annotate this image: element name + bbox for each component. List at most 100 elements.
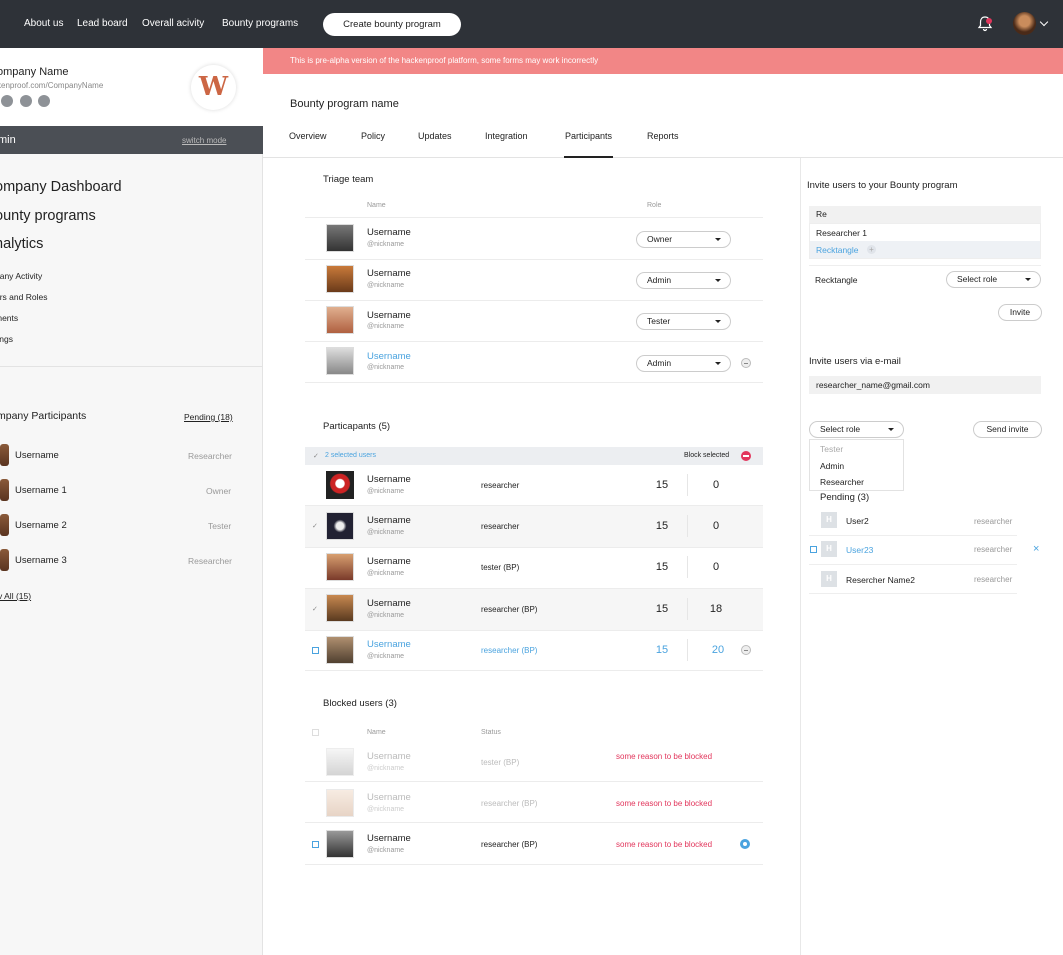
pending-link[interactable]: Pending (18) [184, 412, 233, 422]
email-field[interactable]: researcher_name@gmail.com [809, 376, 1041, 394]
chevron-down-icon[interactable] [1039, 17, 1049, 27]
username[interactable]: Username [367, 351, 411, 362]
nav-lead-board[interactable]: Lead board [77, 18, 128, 29]
create-bounty-program-button[interactable]: Create bounty program [323, 13, 461, 36]
username[interactable]: Username [367, 556, 411, 567]
twitter-icon[interactable] [1, 95, 13, 107]
pending-user-name[interactable]: User2 [846, 516, 869, 526]
tab-updates[interactable]: Updates [418, 131, 452, 141]
divider [305, 630, 763, 631]
block-selected-button[interactable]: Block selected [684, 452, 729, 459]
divider [305, 864, 763, 865]
panel-divider [800, 158, 801, 955]
username[interactable]: Username [367, 792, 411, 803]
participant-status: researcher [481, 522, 520, 531]
linkedin-icon[interactable] [38, 95, 50, 107]
selected-row-bg [305, 506, 763, 547]
facebook-icon[interactable] [20, 95, 32, 107]
menu-settings[interactable]: tings [0, 334, 13, 344]
username[interactable]: Username [367, 310, 411, 321]
caret-down-icon [715, 362, 721, 365]
check-icon[interactable]: ✓ [312, 522, 318, 530]
unblock-icon[interactable] [740, 839, 750, 849]
tab-policy[interactable]: Policy [361, 131, 385, 141]
tab-integration[interactable]: Integration [485, 131, 528, 141]
notification-bell-icon[interactable] [977, 15, 993, 32]
participant-role: Researcher [188, 556, 232, 566]
role-select[interactable]: Admin [636, 355, 731, 372]
avatar [326, 594, 354, 622]
role-select[interactable]: Select role [946, 271, 1041, 288]
block-icon[interactable] [741, 451, 751, 461]
send-invite-button[interactable]: Send invite [973, 421, 1042, 438]
row-checkbox[interactable] [810, 546, 817, 553]
close-icon[interactable]: × [1033, 543, 1039, 555]
participant-name[interactable]: Username 1 [15, 485, 67, 496]
pending-user-name[interactable]: User23 [846, 545, 873, 555]
nav-about-us[interactable]: About us [24, 18, 63, 29]
username[interactable]: Username [367, 751, 411, 762]
role-select[interactable]: Owner [636, 231, 731, 248]
participant-name[interactable]: Username 3 [15, 555, 67, 566]
tab-overview[interactable]: Overview [289, 131, 327, 141]
menu-users-and-roles[interactable]: ers and Roles [0, 292, 47, 302]
suggestion-item[interactable]: Recktangle [816, 245, 859, 255]
nickname: @nickname [367, 282, 405, 289]
divider [305, 341, 763, 342]
pending-user-name[interactable]: Resercher Name2 [846, 575, 915, 585]
user-avatar[interactable] [1013, 12, 1036, 35]
role-option-tester[interactable]: Tester [820, 444, 843, 454]
menu-bounty-programs[interactable]: ounty programs [0, 208, 96, 224]
row-checkbox[interactable] [312, 841, 319, 848]
nav-bounty-programs[interactable]: Bounty programs [222, 18, 298, 29]
suggestion-item[interactable]: Researcher 1 [816, 228, 867, 238]
view-all-link[interactable]: v All (15) [0, 591, 31, 601]
check-icon[interactable]: ✓ [312, 605, 318, 613]
invite-button[interactable]: Invite [998, 304, 1042, 321]
nickname: @nickname [367, 488, 405, 495]
username[interactable]: Username [367, 474, 411, 485]
user-search-input[interactable]: Re [809, 206, 1041, 223]
column-status: Status [481, 729, 501, 736]
divider [305, 300, 763, 301]
tab-reports[interactable]: Reports [647, 131, 679, 141]
mode-label: min [0, 134, 16, 146]
username[interactable]: Username [367, 268, 411, 279]
role-select[interactable]: Select role [809, 421, 904, 438]
participant-name[interactable]: Username 2 [15, 520, 67, 531]
company-url[interactable]: kenproof.com/CompanyName [0, 81, 103, 90]
blocked-title: Blocked users (3) [323, 698, 397, 709]
role-option-admin[interactable]: Admin [820, 461, 844, 471]
selected-user: Recktangle [815, 275, 858, 285]
avatar [326, 830, 354, 858]
caret-down-icon [715, 320, 721, 323]
role-option-researcher[interactable]: Researcher [820, 477, 864, 487]
selection-bar: ✓ 2 selected users Block selected [305, 447, 763, 465]
username[interactable]: Username [367, 833, 411, 844]
menu-analytics[interactable]: nalytics [0, 236, 43, 252]
caret-down-icon [715, 238, 721, 241]
menu-payments[interactable]: ments [0, 313, 18, 323]
participant-name[interactable]: Username [15, 450, 59, 461]
menu-company-activity[interactable]: pany Activity [0, 271, 42, 281]
role-select[interactable]: Tester [636, 313, 731, 330]
participants-section-title: Particapants (5) [323, 421, 391, 432]
remove-icon[interactable] [741, 358, 751, 368]
participant-role: Owner [206, 486, 232, 496]
role-select[interactable]: Admin [636, 272, 731, 289]
pre-alpha-banner: This is pre-alpha version of the hackenp… [263, 48, 1063, 74]
switch-mode-link[interactable]: switch mode [182, 136, 226, 145]
check-icon: ✓ [313, 453, 319, 460]
nav-overall-activity[interactable]: Overall acivity [142, 18, 204, 29]
username[interactable]: Username [367, 515, 411, 526]
add-icon[interactable]: + [867, 245, 876, 254]
menu-company-dashboard[interactable]: ompany Dashboard [0, 179, 122, 195]
row-checkbox[interactable] [312, 647, 319, 654]
username[interactable]: Username [367, 227, 411, 238]
tab-participants[interactable]: Participants [565, 131, 612, 141]
username[interactable]: Username [367, 639, 411, 650]
username[interactable]: Username [367, 598, 411, 609]
role-value: Select role [820, 424, 861, 434]
remove-icon[interactable] [741, 645, 751, 655]
select-all-checkbox[interactable] [312, 729, 319, 736]
